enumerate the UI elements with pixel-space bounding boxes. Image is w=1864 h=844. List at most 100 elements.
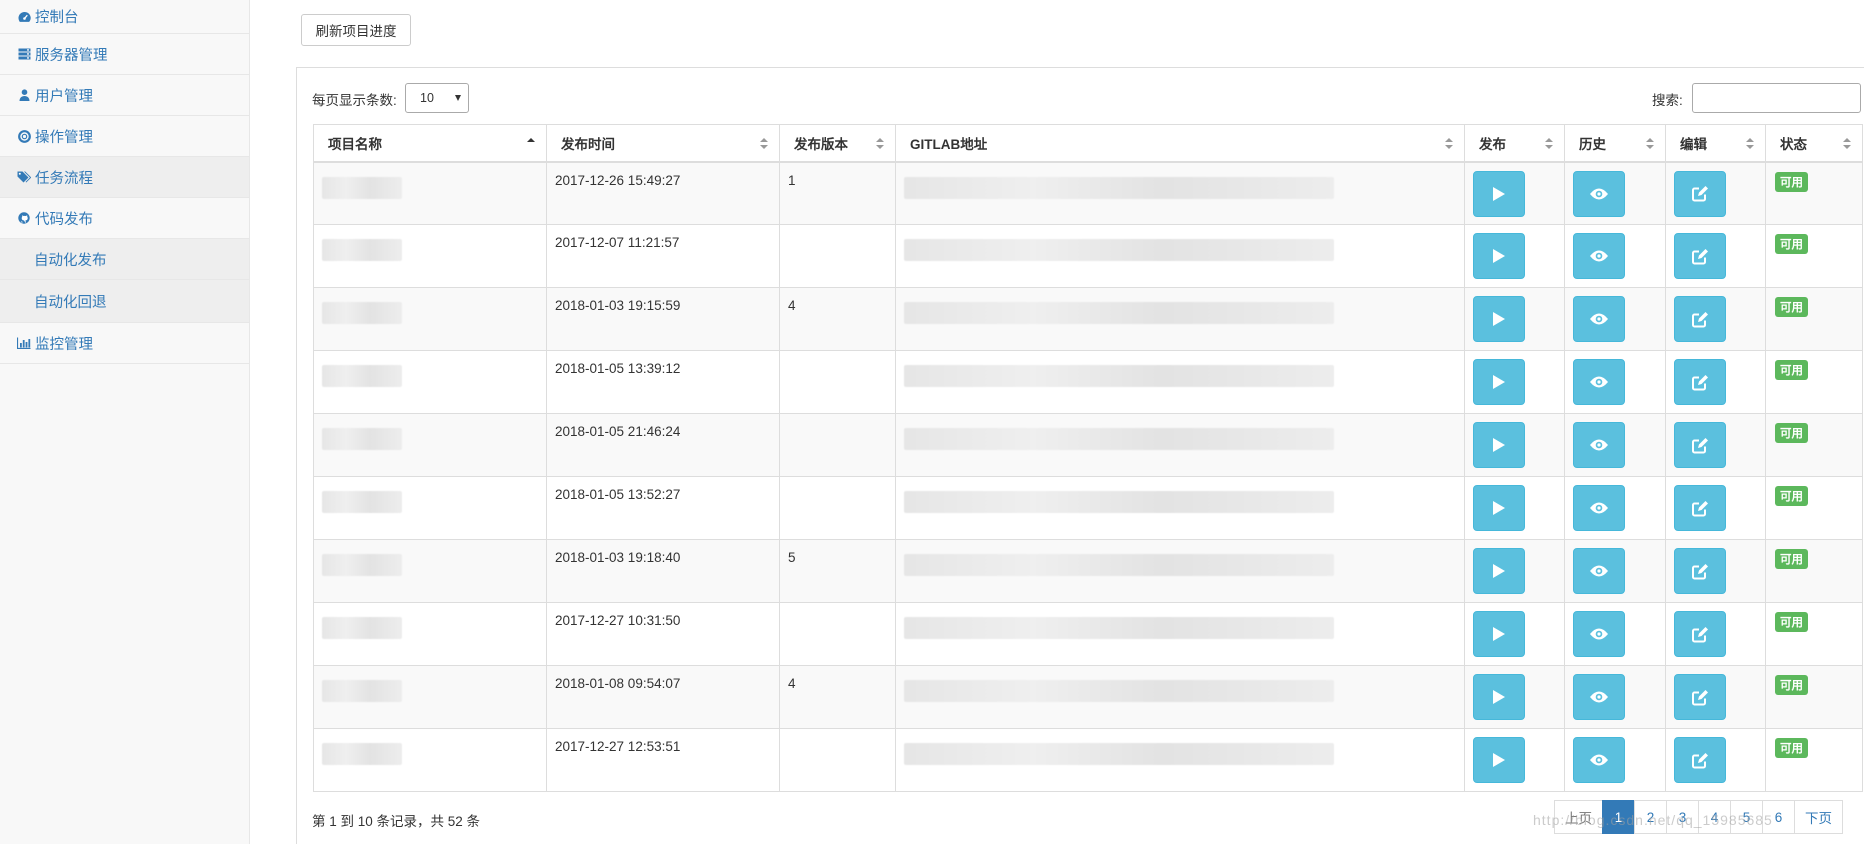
cell-release-time: 2017-12-27 12:53:51 <box>546 728 780 792</box>
column-header-version[interactable]: 发布版本 <box>779 124 896 163</box>
page-button[interactable]: 4 <box>1698 800 1731 834</box>
publish-button[interactable] <box>1473 737 1525 783</box>
sidebar-item-dashboard[interactable]: 控制台 <box>0 0 249 34</box>
column-header-edit[interactable]: 编辑 <box>1665 124 1766 163</box>
search-input[interactable] <box>1692 83 1861 113</box>
page-button[interactable]: 1 <box>1602 800 1635 834</box>
publish-button[interactable] <box>1473 170 1525 217</box>
cell-project-name <box>313 413 547 477</box>
cell-publish <box>1464 224 1565 288</box>
sidebar-item-monitoring[interactable]: 监控管理 <box>0 323 249 364</box>
sidebar-item-code-release[interactable]: 代码发布 <box>0 198 249 239</box>
cell-project-name <box>313 476 547 540</box>
eye-icon <box>1590 691 1608 703</box>
cell-edit <box>1665 350 1766 414</box>
redacted-text <box>904 743 1334 765</box>
cell-release-version <box>779 413 896 477</box>
column-header-history[interactable]: 历史 <box>1564 124 1666 163</box>
column-header-name[interactable]: 项目名称 <box>313 124 547 163</box>
edit-button[interactable] <box>1674 548 1726 594</box>
column-header-publish[interactable]: 发布 <box>1464 124 1565 163</box>
history-button[interactable] <box>1573 233 1625 279</box>
cell-history <box>1564 602 1666 666</box>
cell-history <box>1564 539 1666 603</box>
cell-release-version <box>779 224 896 288</box>
page-button[interactable]: 3 <box>1666 800 1699 834</box>
page-button[interactable]: 6 <box>1762 800 1795 834</box>
table-header-row: 项目名称 发布时间 发布版本 GITLAB地址 发布 历史 编辑 状态 <box>313 124 1863 163</box>
redacted-text <box>322 302 402 324</box>
history-button[interactable] <box>1573 548 1625 594</box>
edit-icon <box>1691 500 1708 516</box>
history-button[interactable] <box>1573 485 1625 531</box>
history-button[interactable] <box>1573 296 1625 342</box>
cell-edit <box>1665 161 1766 225</box>
cell-release-version: 5 <box>779 539 896 603</box>
sidebar-item-server[interactable]: 服务器管理 <box>0 34 249 75</box>
redacted-text <box>904 176 1334 199</box>
history-button[interactable] <box>1573 674 1625 720</box>
edit-button[interactable] <box>1674 233 1726 279</box>
column-header-gitlab[interactable]: GITLAB地址 <box>895 124 1465 163</box>
page-button[interactable]: 2 <box>1634 800 1667 834</box>
next-page-button[interactable]: 下页 <box>1794 800 1843 834</box>
edit-button[interactable] <box>1674 359 1726 405</box>
cell-release-version: 4 <box>779 287 896 351</box>
sidebar-item-auto-release[interactable]: 自动化发布 <box>0 239 249 280</box>
cell-edit <box>1665 476 1766 540</box>
edit-button[interactable] <box>1674 674 1726 720</box>
cell-edit <box>1665 728 1766 792</box>
edit-button[interactable] <box>1674 737 1726 783</box>
search-label: 搜索: <box>1652 93 1683 108</box>
cell-gitlab-url <box>895 665 1465 729</box>
sidebar-item-task-flow[interactable]: 任务流程 <box>0 157 249 198</box>
column-label: 发布时间 <box>561 136 615 152</box>
history-button[interactable] <box>1573 737 1625 783</box>
edit-button[interactable] <box>1674 485 1726 531</box>
sort-both-icon <box>1646 138 1654 149</box>
cell-status: 可用 <box>1765 728 1863 792</box>
cell-edit <box>1665 665 1766 729</box>
column-header-time[interactable]: 发布时间 <box>546 124 780 163</box>
history-button[interactable] <box>1573 359 1625 405</box>
column-header-status[interactable]: 状态 <box>1765 124 1863 163</box>
publish-button[interactable] <box>1473 485 1525 531</box>
publish-button[interactable] <box>1473 611 1525 657</box>
eye-icon <box>1590 313 1608 325</box>
refresh-progress-button[interactable]: 刷新项目进度 <box>301 14 411 46</box>
cell-release-time: 2018-01-08 09:54:07 <box>546 665 780 729</box>
cell-edit <box>1665 224 1766 288</box>
edit-button[interactable] <box>1674 611 1726 657</box>
page-length-value: 10 <box>420 91 434 105</box>
status-badge: 可用 <box>1775 171 1808 192</box>
cell-edit <box>1665 413 1766 477</box>
user-icon <box>16 88 32 102</box>
edit-button[interactable] <box>1674 422 1726 468</box>
sidebar-item-users[interactable]: 用户管理 <box>0 75 249 116</box>
publish-button[interactable] <box>1473 674 1525 720</box>
cell-status: 可用 <box>1765 539 1863 603</box>
history-button[interactable] <box>1573 611 1625 657</box>
publish-button[interactable] <box>1473 359 1525 405</box>
eye-icon <box>1590 502 1608 514</box>
publish-button[interactable] <box>1473 296 1525 342</box>
history-button[interactable] <box>1573 170 1625 217</box>
sort-both-icon <box>1545 138 1553 149</box>
prev-page-button[interactable]: 上页 <box>1554 800 1603 834</box>
edit-button[interactable] <box>1674 296 1726 342</box>
sidebar-item-operations[interactable]: 操作管理 <box>0 116 249 157</box>
history-button[interactable] <box>1573 422 1625 468</box>
page-length-select[interactable]: 10 <box>405 83 469 113</box>
redacted-text <box>904 617 1334 639</box>
play-icon <box>1493 438 1505 452</box>
publish-button[interactable] <box>1473 233 1525 279</box>
cell-release-time: 2018-01-05 13:39:12 <box>546 350 780 414</box>
sidebar-item-label: 监控管理 <box>35 336 93 353</box>
page-button[interactable]: 5 <box>1730 800 1763 834</box>
publish-button[interactable] <box>1473 548 1525 594</box>
sidebar-item-auto-rollback[interactable]: 自动化回退 <box>0 280 249 323</box>
dashboard-icon <box>16 10 32 24</box>
edit-button[interactable] <box>1674 170 1726 217</box>
cell-publish <box>1464 287 1565 351</box>
publish-button[interactable] <box>1473 422 1525 468</box>
